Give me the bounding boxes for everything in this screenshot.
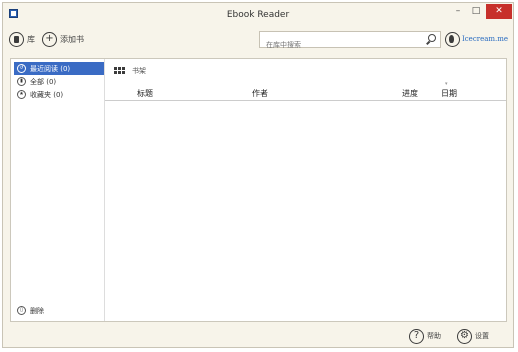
shelf-label: 书架 — [132, 67, 146, 75]
sidebar-item-label: 全部 (0) — [30, 77, 57, 86]
column-title[interactable]: 标题 — [137, 88, 153, 99]
column-date[interactable]: 日期 — [441, 88, 457, 99]
all-books-icon: ▮ — [17, 77, 26, 86]
help-label: 帮助 — [427, 332, 441, 340]
minimize-button[interactable]: – — [449, 4, 467, 19]
close-button[interactable]: ✕ — [486, 4, 512, 19]
brand-text[interactable]: Icecream.me — [462, 35, 508, 43]
delete-button[interactable]: ▯ 删除 — [14, 304, 104, 317]
toolbar: 库 + 添加书 Icecream.me — [3, 27, 513, 53]
delete-label: 删除 — [30, 306, 44, 315]
shelf-view-toggle[interactable]: 书架 — [114, 66, 146, 76]
help-icon: ? — [409, 328, 424, 344]
gear-icon: ⚙ — [457, 328, 472, 344]
brand-link[interactable]: Icecream.me — [445, 29, 508, 49]
library-label: 库 — [27, 34, 35, 44]
sidebar-item-label: 收藏夹 (0) — [30, 90, 64, 99]
sidebar-item-all[interactable]: ▮ 全部 (0) — [14, 75, 104, 88]
trash-icon: ▯ — [17, 306, 26, 315]
title-bar[interactable]: Ebook Reader – □ ✕ — [3, 3, 513, 25]
icecream-logo-icon — [445, 31, 460, 47]
favorites-icon: ★ — [17, 90, 26, 99]
table-header: 标题 作者 进度 日期 ▾ — [105, 81, 506, 101]
search-box[interactable] — [259, 31, 441, 53]
search-input[interactable] — [260, 37, 416, 53]
grid-view-icon — [114, 67, 126, 75]
bottom-bar: ? 帮助 ⚙ 设置 — [3, 326, 513, 348]
recent-icon: ↺ — [17, 64, 26, 73]
window-title: Ebook Reader — [226, 10, 290, 20]
settings-button[interactable]: ⚙ 设置 — [457, 326, 489, 346]
library-icon — [9, 31, 24, 47]
add-book-button[interactable]: + 添加书 — [42, 27, 84, 51]
app-window: Ebook Reader – □ ✕ 库 + 添加书 Icecream.me ↺… — [2, 2, 514, 348]
add-book-label: 添加书 — [60, 34, 84, 44]
main-panel: ↺ 最近阅读 (0) ▮ 全部 (0) ★ 收藏夹 (0) ▯ 删除 书架 标题… — [10, 58, 507, 322]
plus-icon: + — [42, 31, 57, 47]
sidebar-item-label: 最近阅读 (0) — [30, 64, 71, 73]
maximize-button[interactable]: □ — [467, 4, 485, 19]
settings-label: 设置 — [475, 332, 489, 340]
column-progress[interactable]: 进度 — [402, 88, 418, 99]
sidebar: ↺ 最近阅读 (0) ▮ 全部 (0) ★ 收藏夹 (0) ▯ 删除 — [11, 59, 105, 321]
help-button[interactable]: ? 帮助 — [409, 326, 441, 346]
search-icon[interactable] — [428, 34, 436, 42]
library-button[interactable]: 库 — [9, 27, 35, 51]
sidebar-item-recent[interactable]: ↺ 最近阅读 (0) — [14, 62, 104, 75]
sort-caret-icon: ▾ — [445, 81, 448, 87]
book-list-area: 书架 标题 作者 进度 日期 ▾ — [105, 59, 506, 321]
sidebar-item-favorites[interactable]: ★ 收藏夹 (0) — [14, 88, 104, 101]
column-author[interactable]: 作者 — [252, 88, 268, 99]
